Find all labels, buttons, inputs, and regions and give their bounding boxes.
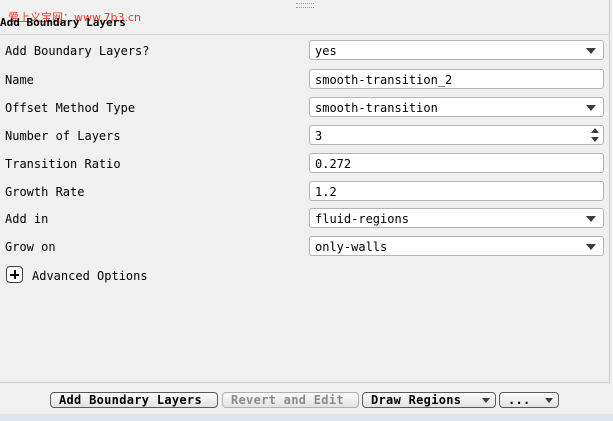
draw-regions-label: Draw Regions xyxy=(371,393,462,407)
advanced-options-label[interactable]: Advanced Options xyxy=(32,269,148,283)
panel-title: Add Boundary Layers xyxy=(0,16,126,29)
add-boundary-layers-value: yes xyxy=(315,44,337,58)
number-of-layers-label: Number of Layers xyxy=(5,129,121,143)
row-offset-method-type: Offset Method Type smooth-transition xyxy=(0,97,610,119)
spin-down-icon[interactable] xyxy=(591,137,599,142)
offset-method-type-label: Offset Method Type xyxy=(5,101,136,115)
add-boundary-layers-dropdown[interactable]: yes xyxy=(309,40,604,60)
growth-rate-value: 1.2 xyxy=(315,185,337,199)
title-divider xyxy=(0,34,610,35)
grow-on-label: Grow on xyxy=(5,240,56,254)
add-in-label: Add in xyxy=(5,212,49,226)
row-growth-rate: Growth Rate 1.2 xyxy=(0,181,610,203)
spin-up-icon[interactable] xyxy=(591,128,599,133)
name-input[interactable]: smooth-transition_2 xyxy=(309,69,604,89)
name-label: Name xyxy=(5,73,34,87)
row-grow-on: Grow on only-walls xyxy=(0,236,610,258)
growth-rate-input[interactable]: 1.2 xyxy=(309,181,604,201)
offset-method-type-dropdown[interactable]: smooth-transition xyxy=(309,97,604,117)
status-strip xyxy=(0,414,613,421)
row-transition-ratio: Transition Ratio 0.272 xyxy=(0,153,610,175)
chevron-down-icon[interactable] xyxy=(482,398,490,403)
add-in-dropdown[interactable]: fluid-regions xyxy=(309,208,604,228)
chevron-down-icon[interactable] xyxy=(586,216,596,222)
chevron-down-icon[interactable] xyxy=(586,244,596,250)
draw-regions-button[interactable]: Draw Regions xyxy=(362,392,496,408)
boundary-layers-panel: 爱上义宝网：www.7b3.cn Add Boundary Layers Add… xyxy=(0,0,610,383)
plus-icon[interactable] xyxy=(6,266,23,283)
number-of-layers-value: 3 xyxy=(315,129,323,143)
row-number-of-layers: Number of Layers 3 xyxy=(0,125,610,147)
transition-ratio-input[interactable]: 0.272 xyxy=(309,153,604,173)
add-boundary-layers-label: Add Boundary Layers? xyxy=(5,44,150,58)
row-name: Name smooth-transition_2 xyxy=(0,69,610,91)
transition-ratio-label: Transition Ratio xyxy=(5,157,121,171)
grow-on-dropdown[interactable]: only-walls xyxy=(309,236,604,256)
row-add-in: Add in fluid-regions xyxy=(0,208,610,230)
chevron-down-icon[interactable] xyxy=(545,398,553,403)
more-options-button[interactable]: ... xyxy=(499,392,559,408)
offset-method-type-value: smooth-transition xyxy=(315,101,438,115)
row-add-boundary-layers: Add Boundary Layers? yes xyxy=(0,40,610,62)
grow-on-value: only-walls xyxy=(315,240,388,254)
add-in-value: fluid-regions xyxy=(315,212,409,226)
growth-rate-label: Growth Rate xyxy=(5,185,85,199)
resize-grip[interactable] xyxy=(296,3,314,8)
number-of-layers-spinbox[interactable]: 3 xyxy=(309,125,604,145)
revert-and-edit-button[interactable]: Revert and Edit xyxy=(222,392,359,408)
transition-ratio-value: 0.272 xyxy=(315,157,352,171)
chevron-down-icon[interactable] xyxy=(586,105,596,111)
add-boundary-layers-button[interactable]: Add Boundary Layers xyxy=(50,392,218,408)
button-bar: Add Boundary Layers Revert and Edit Draw… xyxy=(0,392,613,410)
more-options-label: ... xyxy=(508,393,531,407)
name-value: smooth-transition_2 xyxy=(315,73,453,87)
chevron-down-icon[interactable] xyxy=(586,48,596,54)
